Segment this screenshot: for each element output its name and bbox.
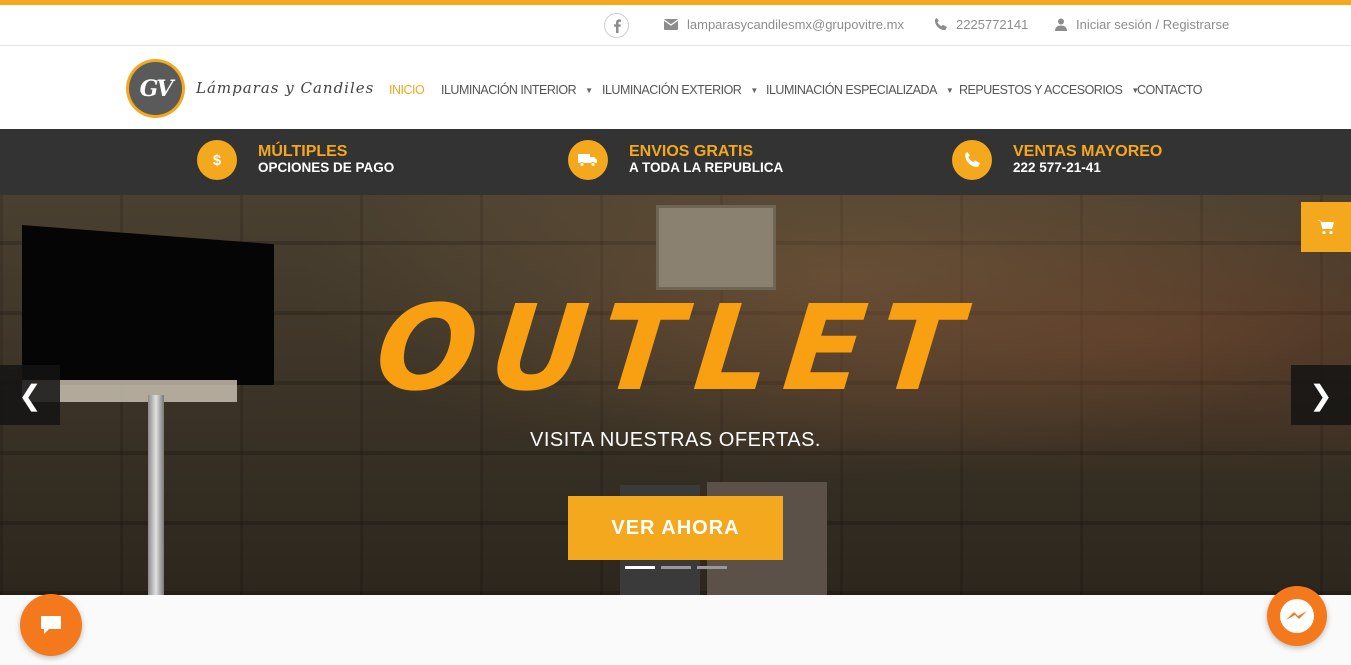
- phone-icon: [934, 18, 947, 31]
- phone-text: 2225772141: [956, 17, 1029, 32]
- logo[interactable]: GV: [126, 59, 185, 118]
- feature-subtitle: 222 577-21-41: [1013, 160, 1101, 175]
- nav-item-repuestos-accesorios[interactable]: REPUESTOS Y ACCESORIOS ▼: [959, 83, 1139, 97]
- feature-subtitle: OPCIONES DE PAGO: [258, 160, 395, 175]
- envelope-icon: [664, 19, 678, 30]
- login-text: Iniciar sesión / Registrarse: [1076, 17, 1230, 32]
- phone-icon: [952, 140, 992, 180]
- nav-item-iluminacion-exterior[interactable]: ILUMINACIÓN EXTERIOR ▼: [602, 83, 758, 97]
- feature-subtitle: A TODA LA REPUBLICA: [629, 160, 784, 175]
- hero-subtitle: VISITA NUESTRAS OFERTAS.: [530, 429, 821, 451]
- facebook-link[interactable]: [604, 13, 629, 38]
- logo-mark: GV: [129, 62, 182, 115]
- caret-down-icon: ▼: [585, 85, 593, 95]
- feature-title: VENTAS MAYOREO: [1013, 143, 1163, 160]
- carousel-next-button[interactable]: ❯: [1291, 365, 1351, 425]
- ver-ahora-button[interactable]: VER AHORA: [568, 496, 783, 560]
- feature-title: ENVIOS GRATIS: [629, 143, 754, 160]
- chevron-left-icon: ❮: [18, 379, 42, 411]
- user-icon: [1055, 18, 1067, 31]
- phone-contact[interactable]: 2225772141: [934, 17, 1028, 32]
- feature-title: MÚLTIPLES: [258, 143, 348, 160]
- nav-item-inicio[interactable]: INICIO: [389, 83, 425, 97]
- feature-shipping: ENVIOS GRATIS A TODA LA REPUBLICA: [568, 140, 783, 180]
- chat-bubble-icon: [41, 616, 61, 634]
- hero-title: OUTLET: [369, 279, 982, 417]
- hero-carousel: OUTLET VISITA NUESTRAS OFERTAS. VER AHOR…: [0, 195, 1351, 595]
- messenger-icon: [1280, 599, 1314, 633]
- chevron-right-icon: ❯: [1309, 379, 1333, 411]
- truck-icon: [568, 140, 608, 180]
- carousel-dot[interactable]: [697, 566, 727, 569]
- main-header: GV Lámparas y Candiles INICIO ILUMINACIÓ…: [0, 46, 1351, 129]
- cart-icon: [1317, 220, 1334, 235]
- caret-down-icon: ▼: [750, 85, 758, 95]
- background-vent: [656, 205, 776, 290]
- chat-widget-button[interactable]: [20, 594, 82, 656]
- carousel-prev-button[interactable]: ❮: [0, 365, 60, 425]
- caret-down-icon: ▼: [945, 85, 954, 95]
- email-text: lamparasycandilesmx@grupovitre.mx: [687, 17, 904, 32]
- logo-text[interactable]: Lámparas y Candiles: [196, 79, 374, 97]
- dollar-icon: $: [197, 140, 237, 180]
- nav-item-iluminacion-especializada[interactable]: ILUMINACIÓN ESPECIALIZADA ▼: [766, 83, 954, 97]
- nav-item-contacto[interactable]: CONTACTO: [1137, 83, 1202, 97]
- feature-payment: $ MÚLTIPLES OPCIONES DE PAGO: [197, 140, 394, 180]
- messenger-button[interactable]: [1267, 586, 1327, 646]
- features-band: $ MÚLTIPLES OPCIONES DE PAGO ENVIOS GRAT…: [0, 129, 1351, 195]
- background-lamp-pole: [148, 395, 164, 595]
- facebook-icon: [613, 18, 621, 33]
- cart-button[interactable]: [1301, 202, 1351, 252]
- login-link[interactable]: Iniciar sesión / Registrarse: [1055, 17, 1229, 32]
- nav-item-iluminacion-interior[interactable]: ILUMINACIÓN INTERIOR ▼: [441, 83, 593, 97]
- carousel-dot[interactable]: [625, 566, 655, 569]
- feature-wholesale: VENTAS MAYOREO 222 577-21-41: [952, 140, 1162, 180]
- email-contact[interactable]: lamparasycandilesmx@grupovitre.mx: [664, 17, 904, 32]
- carousel-dot[interactable]: [661, 566, 691, 569]
- top-bar: lamparasycandilesmx@grupovitre.mx 222577…: [0, 5, 1351, 46]
- carousel-indicators: [625, 566, 727, 569]
